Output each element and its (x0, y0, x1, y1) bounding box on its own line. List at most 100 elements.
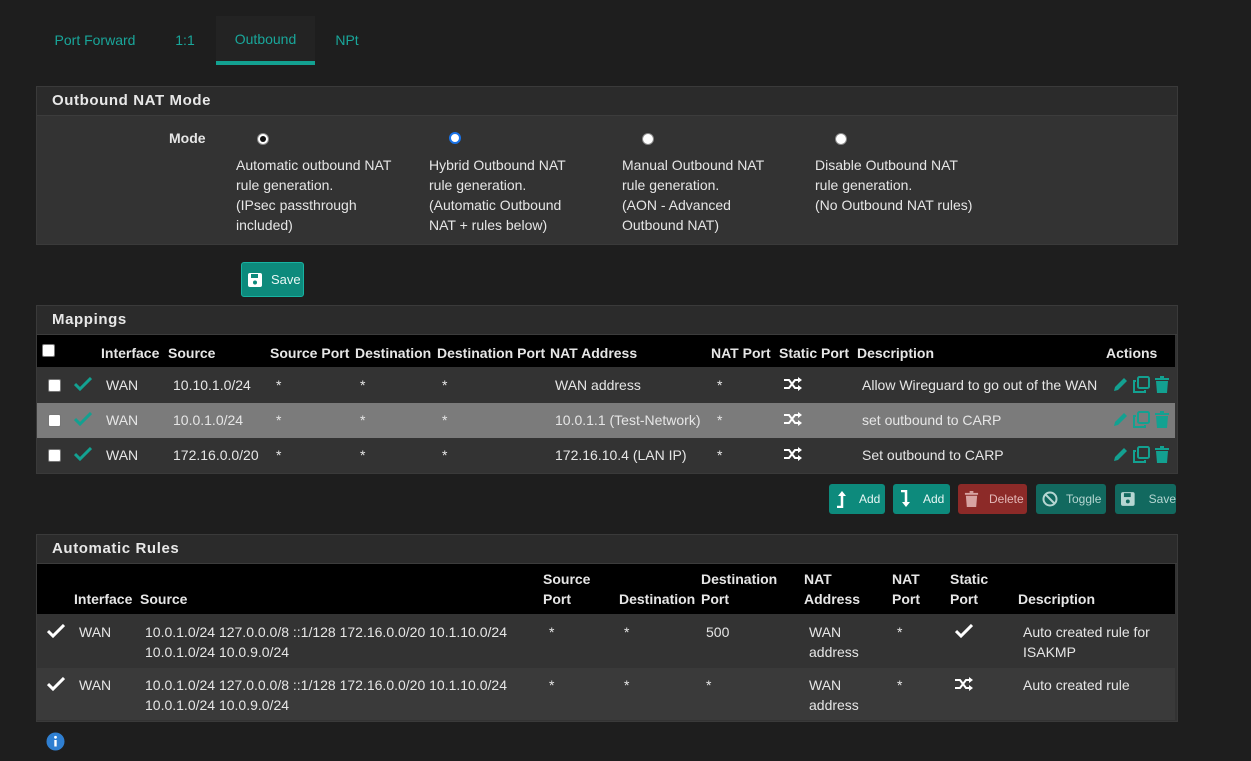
check-icon (74, 412, 92, 426)
row-checkbox[interactable] (48, 414, 61, 427)
row-destination: * (360, 377, 366, 393)
mode-option-automatic-text: Automatic outbound NAT rule generation. … (236, 157, 392, 233)
row-nat-address: 10.0.1.1 (Test-Network) (555, 412, 701, 428)
row-source: 10.10.1.0/24 (173, 377, 251, 393)
col-header-destination-port: Destination Port (437, 345, 546, 361)
floppy-icon (248, 272, 262, 287)
row-destination-port: * (706, 677, 712, 693)
row-interface: WAN (79, 624, 112, 640)
row-interface: WAN (79, 677, 112, 693)
row-description: Auto created rule (1023, 677, 1130, 693)
col-header-interface: Interface (101, 345, 160, 361)
col-header-interface: Interface (74, 591, 133, 607)
col-header-destination: Destination (355, 345, 432, 361)
row-interface: WAN (106, 412, 139, 428)
panel-title: Mappings (37, 306, 1177, 335)
row-nat-address: WAN address (555, 377, 641, 393)
shuffle-icon (784, 412, 802, 426)
copy-icon[interactable] (1133, 376, 1150, 393)
mode-option-disable-text: Disable Outbound NAT rule generation. (N… (815, 157, 973, 213)
row-description: Set outbound to CARP (862, 447, 1004, 463)
row-nat-port: * (717, 447, 723, 463)
row-destination-port: 500 (706, 624, 730, 640)
row-nat-address: WAN address (809, 624, 859, 660)
trash-icon (964, 491, 979, 507)
row-description: Allow Wireguard to go out of the WAN (862, 377, 1098, 393)
row-source: 10.0.1.0/24 127.0.0.0/8 ::1/128 172.16.0… (145, 624, 507, 660)
trash-icon[interactable] (1154, 446, 1170, 463)
col-header-source: Source (140, 591, 188, 607)
add-top-button[interactable]: Add (829, 484, 885, 514)
check-icon (74, 377, 92, 391)
row-nat-port: * (717, 377, 723, 393)
row-checkbox[interactable] (48, 449, 61, 462)
trash-icon[interactable] (1154, 376, 1170, 393)
row-description: set outbound to CARP (862, 412, 1002, 428)
mode-radio-manual[interactable] (642, 133, 654, 145)
row-interface: WAN (106, 377, 139, 393)
row-destination-port: * (442, 377, 448, 393)
edit-pencil-icon[interactable] (1112, 446, 1129, 463)
col-header-static-port: Static Port (950, 571, 989, 607)
panel-title: Automatic Rules (37, 535, 1177, 564)
edit-pencil-icon[interactable] (1112, 376, 1129, 393)
tab-npt[interactable]: NPt (325, 16, 369, 64)
shuffle-icon (955, 677, 973, 691)
trash-icon[interactable] (1154, 411, 1170, 428)
copy-icon[interactable] (1133, 411, 1150, 428)
col-header-destination-port: Destination Port (701, 571, 778, 607)
row-interface: WAN (106, 447, 139, 463)
tab-port-forward[interactable]: Port Forward (40, 16, 150, 64)
copy-icon[interactable] (1133, 446, 1150, 463)
delete-button[interactable]: Delete (958, 484, 1027, 514)
row-source: 172.16.0.0/20 (173, 447, 259, 463)
row-nat-port: * (897, 624, 903, 640)
mode-radio-automatic[interactable] (257, 133, 269, 145)
row-destination: * (360, 447, 366, 463)
check-icon (47, 624, 65, 638)
row-destination: * (624, 624, 630, 640)
tab-outbound[interactable]: Outbound (216, 16, 315, 65)
row-nat-address: WAN address (809, 677, 859, 713)
col-header-description: Description (1018, 591, 1096, 607)
shuffle-icon (784, 377, 802, 391)
add-bottom-button[interactable]: Add (893, 484, 950, 514)
col-header-nat-address: NAT Address (550, 345, 638, 361)
mode-radio-disable[interactable] (835, 133, 847, 145)
col-header-static-port: Static Port (779, 345, 850, 361)
mode-radio-hybrid[interactable] (449, 132, 461, 144)
toggle-button[interactable]: Toggle (1036, 484, 1106, 514)
row-source-port: * (276, 447, 282, 463)
row-destination: * (624, 677, 630, 693)
select-all-checkbox[interactable] (42, 344, 55, 357)
ban-icon (1042, 491, 1058, 507)
col-header-source-port: Source Port (270, 345, 350, 361)
col-header-nat-port: NAT Port (711, 345, 771, 361)
check-icon (74, 447, 92, 461)
arrow-up-icon (837, 491, 846, 508)
save-mode-button[interactable]: Save (241, 262, 304, 297)
tab-one-to-one[interactable]: 1:1 (165, 16, 205, 64)
info-icon[interactable] (46, 732, 65, 751)
row-destination-port: * (442, 412, 448, 428)
floppy-icon (1121, 492, 1135, 506)
row-source: 10.0.1.0/24 (173, 412, 244, 428)
panel-title: Outbound NAT Mode (37, 87, 1177, 116)
row-checkbox[interactable] (48, 379, 61, 392)
check-icon (47, 677, 65, 691)
row-description: Auto created rule for ISAKMP (1023, 624, 1150, 660)
row-source-port: * (276, 377, 282, 393)
col-header-nat-port: NAT Port (892, 571, 920, 607)
row-nat-port: * (717, 412, 723, 428)
mode-option-manual-text: Manual Outbound NAT rule generation. (AO… (622, 157, 765, 233)
row-source-port: * (549, 677, 555, 693)
check-icon (955, 624, 973, 638)
row-nat-address: 172.16.10.4 (LAN IP) (555, 447, 687, 463)
edit-pencil-icon[interactable] (1112, 411, 1129, 428)
outbound-nat-mode-panel: Outbound NAT Mode (36, 86, 1178, 245)
col-header-nat-address: NAT Address (804, 571, 861, 607)
shuffle-icon (784, 447, 802, 461)
row-source-port: * (276, 412, 282, 428)
col-header-source-port: Source Port (543, 571, 591, 607)
save-mappings-button[interactable]: Save (1115, 484, 1176, 514)
